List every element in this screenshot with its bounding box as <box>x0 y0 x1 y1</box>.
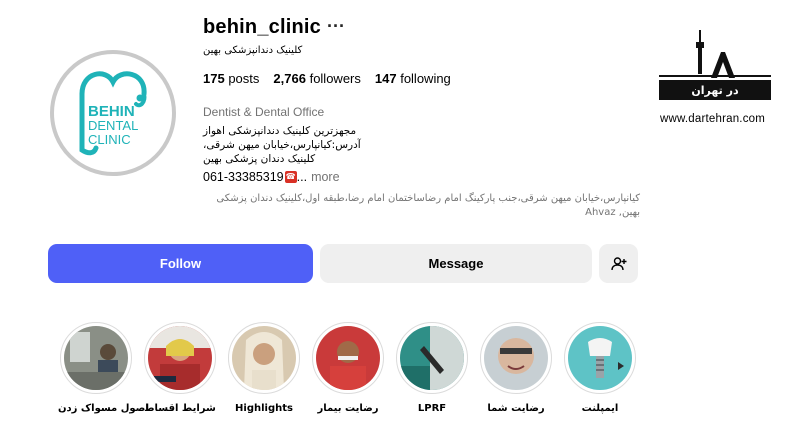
highlight-item[interactable]: شرایط اقساط <box>142 322 218 414</box>
profile-category: Dentist & Dental Office <box>203 105 325 119</box>
story-highlights: اصول مسواک زدن شرایط اقساط Highlights رض… <box>58 322 648 432</box>
highlight-cover <box>148 326 212 390</box>
bio-line: مجهزترین کلینیک دندانپزشکی اهواز <box>203 125 357 137</box>
message-button[interactable]: Message <box>320 244 592 283</box>
phone-number: 061-33385319 <box>203 170 284 184</box>
highlight-item[interactable]: رضایت بیمار <box>310 322 386 414</box>
profile-address[interactable]: کیانپارس،خیابان میهن شرقی،جنب پارکینگ ام… <box>200 192 640 220</box>
highlight-label: رضایت شما <box>487 403 545 414</box>
highlight-cover <box>568 326 632 390</box>
profile-avatar[interactable]: BEHIN DENTAL CLINIC <box>50 50 176 176</box>
bio-phone-line: 061-33385319 ☎ ... more <box>203 170 340 184</box>
followers-stat[interactable]: 2,766 followers <box>273 71 360 86</box>
highlight-item[interactable]: LPRF <box>394 322 470 414</box>
highlight-label: LPRF <box>417 403 447 414</box>
watermark-url: www.dartehran.com <box>660 113 766 125</box>
behin-clinic-logo: BEHIN DENTAL CLINIC <box>55 55 171 171</box>
highlight-item[interactable]: اصول مسواک زدن <box>58 322 149 414</box>
highlight-cover <box>400 326 464 390</box>
highlight-item[interactable]: رضایت شما <box>478 322 554 414</box>
svg-text:در تهران: در تهران <box>691 84 739 97</box>
following-stat[interactable]: 147 following <box>375 71 451 86</box>
bio-more-link[interactable]: more <box>311 170 339 184</box>
profile-stats: 175 posts 2,766 followers 147 following <box>203 71 451 86</box>
phone-emoji-icon: ☎ <box>284 171 297 183</box>
highlight-label: رضایت بیمار <box>317 403 379 414</box>
highlight-label: اصول مسواک زدن <box>58 403 149 414</box>
highlight-label: شرایط اقساط <box>144 403 216 414</box>
svg-text:CLINIC: CLINIC <box>88 132 131 147</box>
suggest-accounts-button[interactable] <box>599 244 638 283</box>
profile-bio: مجهزترین کلینیک دندانپزشکی اهواز آدرس:کی… <box>203 124 363 166</box>
highlight-label: ایمپلنت <box>581 403 619 414</box>
highlight-cover <box>484 326 548 390</box>
highlight-cover <box>64 326 128 390</box>
person-add-icon <box>610 256 626 270</box>
more-options-icon[interactable]: ··· <box>327 16 345 37</box>
bio-line: آدرس:کیانپارس،خیابان میهن شرقی، <box>203 139 361 151</box>
highlight-cover <box>316 326 380 390</box>
profile-full-name: کلینیک دندانپزشکی بهین <box>203 45 303 56</box>
profile-username: behin_clinic <box>203 16 321 38</box>
highlight-cover <box>232 326 296 390</box>
bio-ellipsis: ... <box>296 170 308 184</box>
highlight-item[interactable]: ایمپلنت <box>562 322 638 414</box>
milad-tower-logo: در تهران <box>659 30 771 100</box>
svg-text:DENTAL: DENTAL <box>88 118 138 133</box>
follow-button[interactable]: Follow <box>48 244 313 283</box>
highlight-item[interactable]: Highlights <box>226 322 302 414</box>
highlight-label: Highlights <box>235 403 293 414</box>
bio-line: کلینیک دندان پزشکی بهین <box>203 153 316 165</box>
posts-stat: 175 posts <box>203 71 260 86</box>
